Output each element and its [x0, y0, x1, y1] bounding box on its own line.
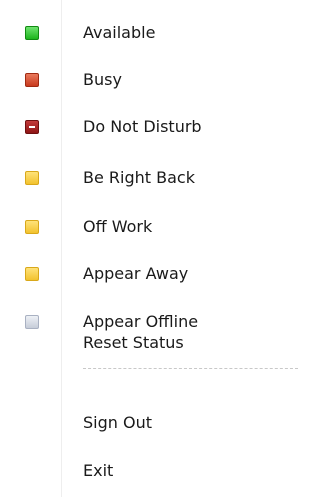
status-off-work-icon	[25, 220, 39, 234]
menu-item-label: Do Not Disturb	[83, 117, 202, 136]
menu-item-appear-away[interactable]: Appear Away	[0, 251, 298, 297]
menu-item-label: Sign Out	[83, 413, 152, 432]
status-context-menu: Available Busy Do Not Disturb Be Right B…	[0, 0, 298, 497]
menu-item-available[interactable]: Available	[0, 10, 298, 56]
menu-item-label: Exit	[83, 461, 114, 480]
menu-item-reset-status[interactable]: Reset Status	[0, 320, 298, 366]
menu-item-busy[interactable]: Busy	[0, 57, 298, 103]
menu-item-do-not-disturb[interactable]: Do Not Disturb	[0, 104, 298, 150]
menu-item-sign-out[interactable]: Sign Out	[0, 400, 298, 446]
menu-item-label: Reset Status	[83, 333, 184, 352]
status-available-icon	[25, 26, 39, 40]
menu-item-label: Be Right Back	[83, 168, 195, 187]
menu-item-be-right-back[interactable]: Be Right Back	[0, 155, 298, 201]
menu-separator	[83, 368, 298, 369]
menu-item-exit[interactable]: Exit	[0, 448, 298, 494]
status-busy-icon	[25, 73, 39, 87]
menu-item-label: Busy	[83, 70, 122, 89]
menu-item-label: Off Work	[83, 217, 153, 236]
menu-item-label: Appear Away	[83, 264, 189, 283]
status-appear-away-icon	[25, 267, 39, 281]
status-be-right-back-icon	[25, 171, 39, 185]
menu-item-label: Available	[83, 23, 156, 42]
status-do-not-disturb-icon	[25, 120, 39, 134]
menu-item-off-work[interactable]: Off Work	[0, 204, 298, 250]
